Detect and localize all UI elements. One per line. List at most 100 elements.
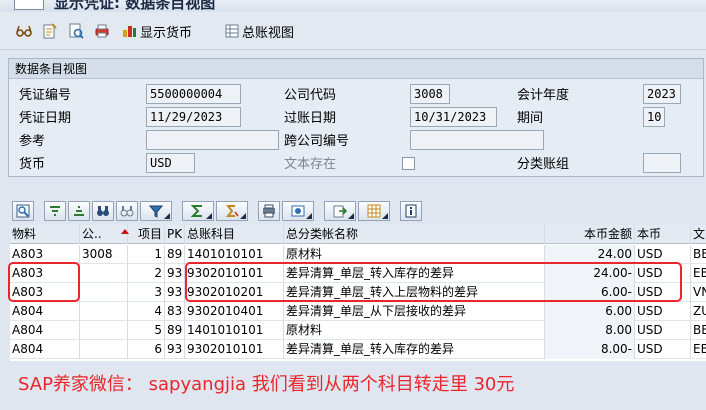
gl-view-label: 总账视图 <box>242 25 295 41</box>
reference-field[interactable] <box>146 130 279 150</box>
cell-company <box>80 340 128 359</box>
total-button[interactable] <box>182 201 214 221</box>
find-button[interactable] <box>92 201 114 221</box>
cell-pk: 93 <box>165 264 185 283</box>
cell-currency: USD <box>635 340 691 359</box>
views-icon <box>291 205 305 217</box>
cell-gl-name: 原材料 <box>284 321 545 340</box>
text-exists-label: 文本存在 <box>284 157 337 172</box>
col-header-material[interactable]: 物料 <box>10 225 80 244</box>
layout-dropdown-icon <box>382 213 388 219</box>
col-header-item[interactable]: 项目 <box>128 225 165 244</box>
views-button[interactable] <box>282 201 314 221</box>
document-change-icon[interactable] <box>42 23 58 39</box>
data-entry-view-panel: 数据条目视图 凭证编号 5500000004 公司代码 3008 会计年度 20… <box>8 58 704 177</box>
cell-text: EB <box>693 342 706 356</box>
fiscal-year-field[interactable]: 2023 <box>643 84 681 104</box>
cell-material: A804 <box>10 340 80 359</box>
cross-company-label: 跨公司编号 <box>284 134 350 149</box>
cell-amount: 8.00- <box>545 340 635 359</box>
period-field[interactable]: 10 <box>643 107 665 127</box>
document-display-icon[interactable] <box>68 23 84 39</box>
material-highlight-box <box>8 262 80 302</box>
cell-amount: 6.00 <box>545 302 635 321</box>
col-header-pk[interactable]: PK <box>165 225 185 244</box>
col-header-gl-name[interactable]: 总分类帐名称 <box>284 225 545 244</box>
cell-gl-name: 差异清算_单层_从下层接收的差异 <box>284 302 545 321</box>
sort-descending-button[interactable] <box>68 201 90 221</box>
posting-date-label: 过账日期 <box>284 111 337 126</box>
show-currency-button[interactable]: 显示货币 <box>122 22 193 41</box>
text-exists-checkbox[interactable] <box>402 157 415 170</box>
print-preview-button[interactable] <box>258 201 280 221</box>
sort-descending-icon <box>74 206 84 216</box>
cross-company-field[interactable] <box>410 130 544 150</box>
print-icon[interactable] <box>94 23 110 39</box>
filter-button[interactable] <box>140 201 172 221</box>
details-button[interactable] <box>12 201 34 221</box>
layout-button[interactable] <box>358 201 390 221</box>
filter-dropdown-icon <box>164 213 170 219</box>
col-header-company[interactable]: 公.. <box>80 225 128 244</box>
table-row[interactable]: A804 6 93 9302010101 差异清算_单层_转入库存的差异 8.0… <box>10 340 706 359</box>
cell-pk: 93 <box>165 340 185 359</box>
details-icon <box>16 204 30 218</box>
cell-currency: USD <box>635 321 691 340</box>
variance-lines-highlight-box <box>185 262 682 302</box>
doc-no-field[interactable]: 5500000004 <box>146 84 241 104</box>
window-title: 显示凭证: 数据条目视图 <box>54 0 216 12</box>
ledger-icon <box>224 24 239 38</box>
col-header-text[interactable]: 文 <box>691 225 706 244</box>
currency-label: 货币 <box>19 157 46 172</box>
doc-no-label: 凭证编号 <box>19 88 72 103</box>
posting-date-field[interactable]: 10/31/2023 <box>410 107 497 127</box>
find-next-button[interactable] <box>116 201 138 221</box>
col-header-currency[interactable]: 本币 <box>635 225 691 244</box>
subtotal-dropdown-icon <box>240 213 246 219</box>
info-icon <box>405 204 417 218</box>
alv-toolbar <box>8 199 706 223</box>
cell-gl-account: 9302010101 <box>185 340 284 359</box>
cell-amount: 8.00 <box>545 321 635 340</box>
company-code-field[interactable]: 3008 <box>410 84 450 104</box>
table-row[interactable]: A804 5 89 1401010101 原材料 8.00 USD BE <box>10 321 706 340</box>
export-dropdown-icon <box>348 213 354 219</box>
cell-pk: 93 <box>165 283 185 302</box>
table-row[interactable]: A804 4 83 9302010401 差异清算_单层_从下层接收的差异 6.… <box>10 302 706 321</box>
sort-ascending-icon <box>50 206 60 216</box>
cell-pk: 83 <box>165 302 185 321</box>
export-icon <box>333 205 347 218</box>
cell-text: EB <box>693 266 706 280</box>
cell-pk: 89 <box>165 321 185 340</box>
subtotal-button[interactable] <box>216 201 248 221</box>
col-header-amount[interactable]: 本币金额 <box>545 225 635 244</box>
information-button[interactable] <box>400 201 422 221</box>
glasses-icon[interactable] <box>16 23 32 39</box>
cell-item: 2 <box>128 264 165 283</box>
app-icon <box>14 0 44 10</box>
cell-pk: 89 <box>165 245 185 264</box>
cell-item: 4 <box>128 302 165 321</box>
application-toolbar: 显示货币 总账视图 <box>0 12 706 50</box>
period-label: 期间 <box>517 111 544 126</box>
cell-currency: USD <box>635 302 691 321</box>
cell-text: BE <box>693 247 706 261</box>
export-button[interactable] <box>324 201 356 221</box>
cell-text: BE <box>693 323 706 337</box>
doc-date-label: 凭证日期 <box>19 111 72 126</box>
sum-icon <box>191 205 202 217</box>
cell-gl-name: 差异清算_单层_转入库存的差异 <box>284 340 545 359</box>
cell-gl-account: 1401010101 <box>185 321 284 340</box>
currency-field[interactable]: USD <box>146 153 195 173</box>
cell-material: A804 <box>10 321 80 340</box>
show-currency-label: 显示货币 <box>140 25 193 41</box>
layout-icon <box>367 204 381 218</box>
cell-item: 3 <box>128 283 165 302</box>
ledger-group-field[interactable] <box>643 153 681 173</box>
gl-view-button[interactable]: 总账视图 <box>224 22 295 41</box>
sort-ascending-button[interactable] <box>44 201 66 221</box>
col-header-gl-account[interactable]: 总账科目 <box>185 225 284 244</box>
cell-company: 3008 <box>80 245 128 264</box>
reference-label: 参考 <box>19 134 46 149</box>
doc-date-field[interactable]: 11/29/2023 <box>146 107 241 127</box>
